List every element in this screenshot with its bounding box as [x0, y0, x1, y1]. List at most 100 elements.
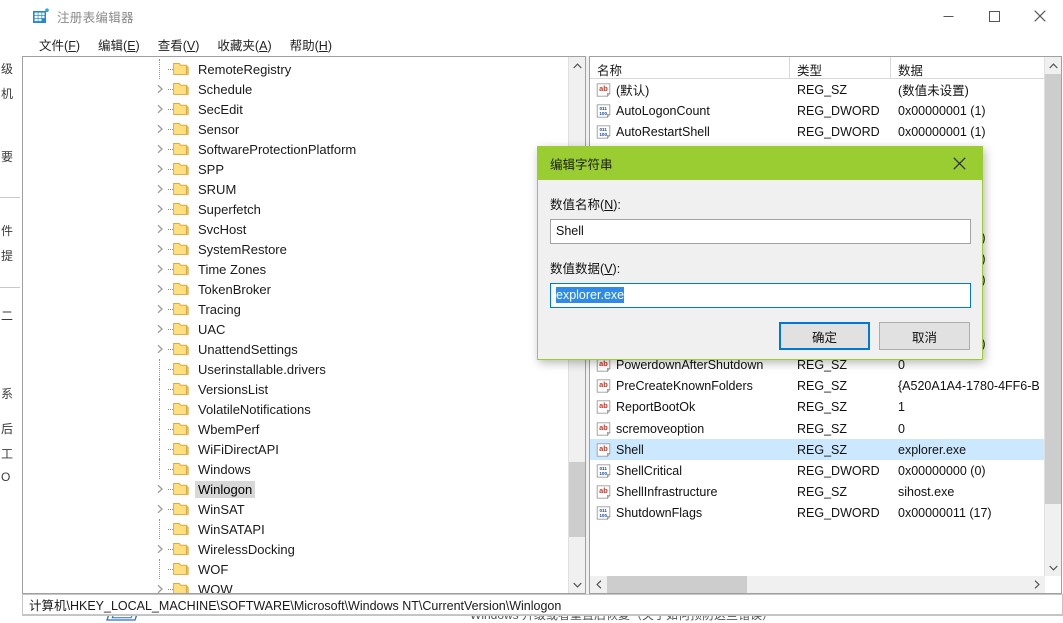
chevron-right-icon[interactable] [154, 203, 166, 215]
tree-guide-line [159, 359, 160, 379]
tree-item[interactable]: WbemPerf [23, 419, 568, 439]
tree-item[interactable]: SPP [23, 159, 568, 179]
tree-item[interactable]: Time Zones [23, 259, 568, 279]
menu-file[interactable]: 文件(F) [30, 33, 89, 56]
menu-help[interactable]: 帮助(H) [281, 33, 341, 56]
menu-favorites[interactable]: 收藏夹(A) [208, 33, 280, 56]
tree-scroll-up-button[interactable] [569, 57, 585, 74]
value-hscroll-left-button[interactable] [590, 576, 607, 593]
tree-item[interactable]: SystemRestore [23, 239, 568, 259]
string-value-icon: ab [596, 358, 611, 372]
cancel-button[interactable]: 取消 [879, 322, 970, 350]
tree-item[interactable]: Sensor [23, 119, 568, 139]
value-hscroll-right-button[interactable] [1028, 576, 1045, 593]
string-value-icon: ab [596, 422, 611, 436]
tree-item-label: WinSATAPI [195, 521, 268, 538]
string-value-icon: ab [596, 379, 611, 393]
tree-item[interactable]: Windows [23, 459, 568, 479]
folder-icon [173, 522, 189, 536]
value-data-label: 数值数据(V): [550, 258, 970, 277]
value-row[interactable]: 011100AutoRestartShellREG_DWORD0x0000000… [590, 121, 1045, 142]
value-data-input[interactable]: explorer.exe [550, 283, 971, 308]
value-row[interactable]: abPreCreateKnownFoldersREG_SZ{A520A1A4-1… [590, 376, 1045, 397]
tree-item-label: SystemRestore [195, 241, 290, 258]
column-header-type[interactable]: 类型 [790, 57, 891, 79]
tree-item[interactable]: Superfetch [23, 199, 568, 219]
tree-item[interactable]: Schedule [23, 79, 568, 99]
maximize-button[interactable] [971, 0, 1017, 32]
tree-item[interactable]: WinSAT [23, 499, 568, 519]
tree-item[interactable]: SvcHost [23, 219, 568, 239]
ok-button[interactable]: 确定 [779, 322, 870, 350]
value-name-text: PreCreateKnownFolders [616, 379, 753, 393]
tree-item[interactable]: SoftwareProtectionPlatform [23, 139, 568, 159]
close-button[interactable] [1017, 0, 1063, 32]
minimize-button[interactable] [925, 0, 971, 32]
chevron-right-icon[interactable] [154, 283, 166, 295]
value-row[interactable]: abShellREG_SZexplorer.exe [590, 439, 1045, 460]
tree-item[interactable]: UnattendSettings [23, 339, 568, 359]
chevron-right-icon[interactable] [154, 303, 166, 315]
value-list-horizontal-scrollbar[interactable] [590, 576, 1045, 593]
value-row[interactable]: 011100ShellCriticalREG_DWORD0x00000000 (… [590, 460, 1045, 481]
value-row[interactable]: ab(默认)REG_SZ(数值未设置) [590, 79, 1045, 100]
tree-item[interactable]: Userinstallable.drivers [23, 359, 568, 379]
column-header-name[interactable]: 名称 [590, 57, 790, 79]
chevron-right-icon[interactable] [154, 243, 166, 255]
folder-icon [173, 142, 189, 156]
tree-item[interactable]: Tracing [23, 299, 568, 319]
tree-scroll-down-button[interactable] [569, 576, 585, 593]
tree-item[interactable]: WinSATAPI [23, 519, 568, 539]
chevron-right-icon[interactable] [154, 143, 166, 155]
chevron-right-icon [1034, 580, 1040, 589]
value-row[interactable]: abShellInfrastructureREG_SZsihost.exe [590, 482, 1045, 503]
tree-item[interactable]: VersionsList [23, 379, 568, 399]
column-header-data[interactable]: 数据 [891, 57, 1045, 79]
menu-view[interactable]: 查看(V) [149, 33, 209, 56]
chevron-right-icon[interactable] [154, 503, 166, 515]
tree-item[interactable]: UAC [23, 319, 568, 339]
tree-item[interactable]: WirelessDocking [23, 539, 568, 559]
chevron-right-icon[interactable] [154, 123, 166, 135]
chevron-right-icon[interactable] [154, 583, 166, 594]
tree-item[interactable]: Winlogon [23, 479, 568, 499]
value-row[interactable]: 011100ShutdownFlagsREG_DWORD0x00000011 (… [590, 503, 1045, 524]
value-row[interactable]: abReportBootOkREG_SZ1 [590, 397, 1045, 418]
value-list-vertical-scrollbar[interactable] [1044, 57, 1061, 576]
value-row[interactable]: 011100AutoLogonCountREG_DWORD0x00000001 … [590, 100, 1045, 121]
value-name-cell: 011100ShutdownFlags [590, 506, 790, 520]
value-scroll-thumb[interactable] [1045, 74, 1062, 504]
chevron-right-icon[interactable] [154, 163, 166, 175]
bg-frag-2: 要 [1, 148, 13, 165]
value-scroll-down-button[interactable] [1045, 559, 1062, 576]
tree-item[interactable]: SRUM [23, 179, 568, 199]
menu-edit[interactable]: 编辑(E) [89, 33, 149, 56]
chevron-right-icon[interactable] [154, 103, 166, 115]
tree-item[interactable]: WOF [23, 559, 568, 579]
value-hscroll-thumb[interactable] [607, 576, 747, 593]
chevron-right-icon[interactable] [154, 343, 166, 355]
tree-item[interactable]: SecEdit [23, 99, 568, 119]
chevron-right-icon[interactable] [154, 543, 166, 555]
tree-item[interactable]: VolatileNotifications [23, 399, 568, 419]
chevron-right-icon[interactable] [154, 263, 166, 275]
chevron-right-icon[interactable] [154, 483, 166, 495]
tree-item[interactable]: WOW [23, 579, 568, 594]
svg-text:ab: ab [599, 423, 608, 432]
svg-text:ab: ab [599, 84, 608, 93]
tree-scroll-thumb[interactable] [569, 462, 585, 537]
tree-item[interactable]: WiFiDirectAPI [23, 439, 568, 459]
folder-icon [173, 562, 189, 576]
chevron-right-icon[interactable] [154, 223, 166, 235]
chevron-right-icon[interactable] [154, 83, 166, 95]
value-name-input[interactable]: Shell [550, 219, 971, 244]
dialog-close-button[interactable] [937, 147, 982, 180]
tree-item[interactable]: RemoteRegistry [23, 59, 568, 79]
tree-item-label: SPP [195, 161, 227, 178]
chevron-right-icon[interactable] [154, 183, 166, 195]
chevron-right-icon[interactable] [154, 323, 166, 335]
value-scroll-up-button[interactable] [1045, 57, 1062, 74]
value-type-cell: REG_SZ [790, 358, 891, 372]
value-row[interactable]: abscremoveoptionREG_SZ0 [590, 418, 1045, 439]
tree-item[interactable]: TokenBroker [23, 279, 568, 299]
